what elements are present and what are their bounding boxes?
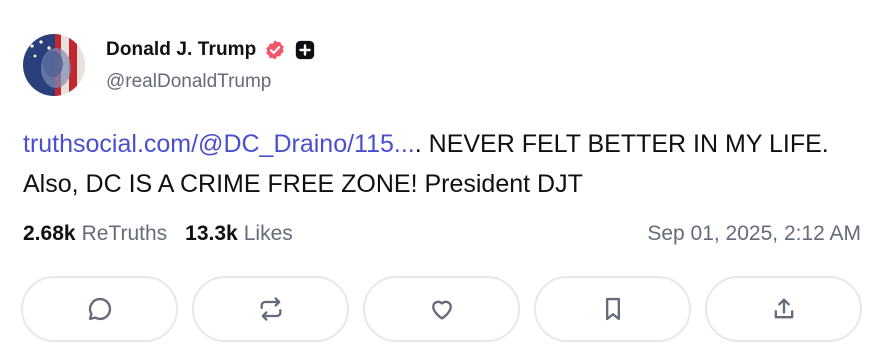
post-body: truthsocial.com/@DC_Draino/115.... NEVER…: [23, 124, 863, 204]
verified-badge-icon: [264, 39, 286, 61]
post-timestamp[interactable]: Sep 01, 2025, 2:12 AM: [647, 222, 861, 246]
repost-icon: [260, 297, 281, 321]
plus-badge-icon: [294, 39, 316, 61]
avatar-image: [23, 34, 85, 96]
avatar[interactable]: [23, 34, 85, 96]
action-bar: [21, 276, 862, 342]
author-handle[interactable]: @realDonaldTrump: [106, 71, 271, 93]
like-button[interactable]: [363, 276, 520, 342]
bookmark-button[interactable]: [534, 276, 691, 342]
reply-button[interactable]: [21, 276, 178, 342]
likes-count[interactable]: 13.3k: [185, 222, 238, 246]
share-button[interactable]: [705, 276, 862, 342]
comment-icon: [88, 297, 111, 321]
bookmark-icon: [605, 297, 620, 321]
display-name[interactable]: Donald J. Trump: [106, 39, 256, 61]
retruths-count[interactable]: 2.68k: [23, 222, 76, 246]
retruth-button[interactable]: [192, 276, 349, 342]
post-link[interactable]: truthsocial.com/@DC_Draino/115...: [23, 130, 415, 158]
heart-icon: [431, 300, 452, 320]
retruths-label[interactable]: ReTruths: [82, 222, 168, 246]
likes-label[interactable]: Likes: [244, 222, 293, 246]
post-stats: 2.68k ReTruths 13.3k Likes: [23, 222, 293, 246]
share-icon: [774, 298, 793, 319]
author-name-row: Donald J. Trump: [106, 39, 316, 61]
